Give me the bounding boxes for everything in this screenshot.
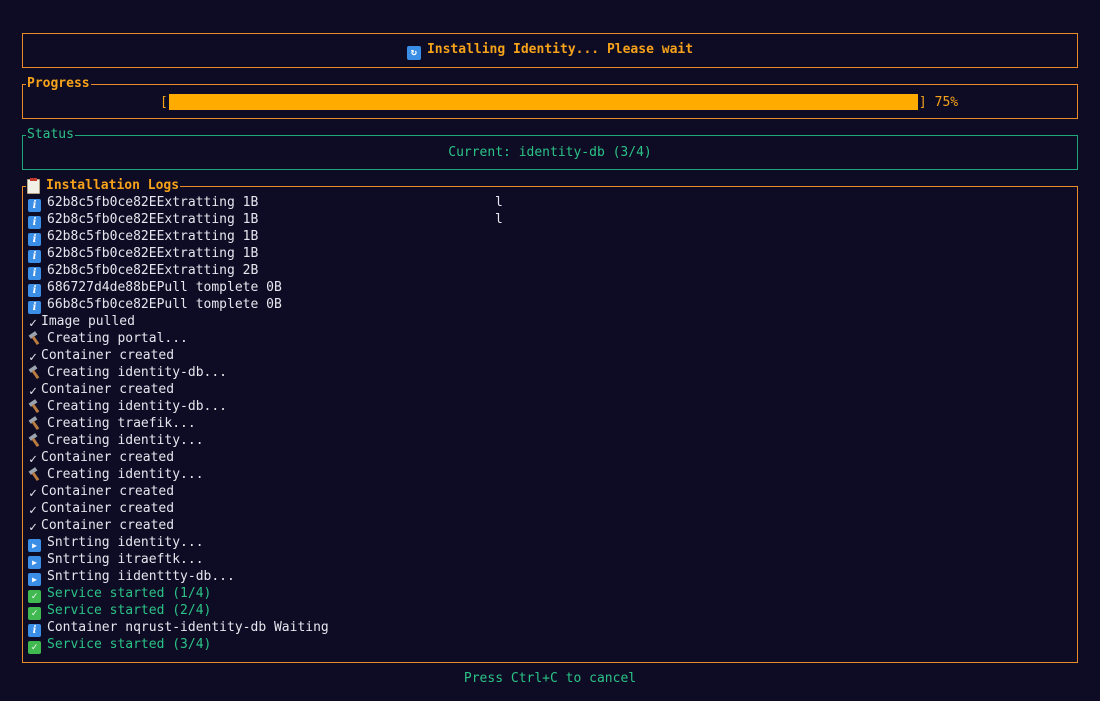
log-line: i Container nqrust-identity-db Waiting <box>28 619 1072 637</box>
log-line: ▶ Sntrting itraeftk... <box>28 551 1072 569</box>
logs-panel[interactable]: Installation Logs i 62b8c5fb0ce82EExtratt… <box>22 177 1078 663</box>
status-panel: Status Current: identity-db (3/4) <box>22 127 1078 170</box>
log-line: ▶ Sntrting iidenttty-db... <box>28 568 1072 586</box>
log-line-text: 62b8c5fb0ce82EExtratting 1B <box>47 195 259 210</box>
log-line-text: Sntrting itraeftk... <box>47 552 204 567</box>
hammer-icon <box>28 467 42 480</box>
progress-bar <box>168 94 918 110</box>
log-line-artifact: l <box>495 195 503 210</box>
log-line-text: Container created <box>41 501 175 516</box>
log-line-text: Creating portal... <box>47 331 188 346</box>
log-line: i 686727d4de88bEPull tomplete 0B <box>28 279 1072 297</box>
log-line-text: Sntrting identity... <box>47 535 204 550</box>
title-row: ↻ Installing Identity... Please wait <box>23 42 1077 60</box>
log-line-text: Container created <box>41 348 175 363</box>
log-line-text: 686727d4de88bEPull tomplete 0B <box>47 280 282 295</box>
status-text: Current: identity-db (3/4) <box>448 145 652 160</box>
log-line: ✓ Service started (3/4) <box>28 636 1072 654</box>
log-line-text: Service started (2/4) <box>47 603 212 618</box>
log-line-text: Container created <box>41 484 175 499</box>
log-line: ✓ Container created <box>28 449 1072 466</box>
log-list: i 62b8c5fb0ce82EExtratting 1B l i 62b8c5fb0c… <box>28 194 1072 654</box>
hammer-icon <box>28 399 42 412</box>
log-line: ▶ Sntrting identity... <box>28 534 1072 552</box>
log-line: Creating identity... <box>28 466 1072 483</box>
log-line-text: Creating identity... <box>47 433 204 448</box>
title-panel: ↻ Installing Identity... Please wait <box>22 33 1078 68</box>
hammer-icon <box>28 433 42 446</box>
log-line-text: Service started (3/4) <box>47 637 212 652</box>
log-line: ✓ Service started (2/4) <box>28 602 1072 620</box>
log-line-text: Creating traefik... <box>47 416 196 431</box>
log-line: i 62b8c5fb0ce82EExtratting 1B l <box>28 211 1072 229</box>
checkmark-icon: ✓ <box>29 503 37 518</box>
install-title: Installing Identity... Please wait <box>426 42 694 57</box>
hammer-icon <box>28 416 42 429</box>
log-line: Creating identity... <box>28 432 1072 449</box>
log-line: Creating traefik... <box>28 415 1072 432</box>
log-line-text: Creating identity... <box>47 467 204 482</box>
checkmark-icon: ✓ <box>29 486 37 501</box>
check-box-icon: ✓ <box>28 641 41 654</box>
log-line: i 62b8c5fb0ce82EExtratting 2B <box>28 262 1072 280</box>
log-line: Creating identity-db... <box>28 364 1072 381</box>
log-line: ✓ Container created <box>28 500 1072 517</box>
log-line: i 62b8c5fb0ce82EExtratting 1B <box>28 245 1072 263</box>
progress-bar-fill <box>168 94 918 110</box>
log-line: ✓ Container created <box>28 483 1072 500</box>
checkmark-icon: ✓ <box>29 350 37 365</box>
log-line: ✓ Service started (1/4) <box>28 585 1072 603</box>
log-line-text: Container created <box>41 382 175 397</box>
log-line-text: Image pulled <box>41 314 135 329</box>
log-line-text: Container created <box>41 518 175 533</box>
progress-bracket-open: [ <box>160 94 168 110</box>
log-line: Creating identity-db... <box>28 398 1072 415</box>
log-line-text: Sntrting iidenttty-db... <box>47 569 235 584</box>
log-line: ✓ Container created <box>28 517 1072 534</box>
status-legend: Status <box>26 127 75 143</box>
log-line-text: 62b8c5fb0ce82EExtratting 2B <box>47 263 259 278</box>
log-line-text: Creating identity-db... <box>47 365 228 380</box>
log-line-artifact: l <box>495 212 503 227</box>
log-line-text: Service started (1/4) <box>47 586 212 601</box>
log-line-text: Creating identity-db... <box>47 399 228 414</box>
log-line: ✓ Container created <box>28 347 1072 364</box>
log-line: i 62b8c5fb0ce82EExtratting 1B l <box>28 194 1072 212</box>
log-line: i 62b8c5fb0ce82EExtratting 1B <box>28 228 1072 246</box>
progress-row: [ ] 75% <box>160 94 958 110</box>
checkmark-icon: ✓ <box>29 384 37 399</box>
hammer-icon <box>28 331 42 344</box>
log-line-text: 62b8c5fb0ce82EExtratting 1B <box>47 229 259 244</box>
log-line-text: 62b8c5fb0ce82EExtratting 1B <box>47 212 259 227</box>
log-line-text: 62b8c5fb0ce82EExtratting 1B <box>47 246 259 261</box>
log-line-text: Container nqrust-identity-db Waiting <box>47 620 329 635</box>
checkmark-icon: ✓ <box>29 316 37 331</box>
hammer-icon <box>28 365 42 378</box>
log-line: i 66b8c5fb0ce82EPull tomplete 0B <box>28 296 1072 314</box>
refresh-icon: ↻ <box>406 46 421 60</box>
logs-legend-label: Installation Logs <box>46 178 180 193</box>
log-line: ✓ Image pulled <box>28 313 1072 330</box>
cancel-hint: Press Ctrl+C to cancel <box>463 671 637 686</box>
log-line-text: 66b8c5fb0ce82EPull tomplete 0B <box>47 297 282 312</box>
clipboard-icon <box>27 177 40 194</box>
log-line: ✓ Container created <box>28 381 1072 398</box>
log-line: Creating portal... <box>28 330 1072 347</box>
log-line-text: Container created <box>41 450 175 465</box>
checkmark-icon: ✓ <box>29 520 37 535</box>
progress-bracket-close: ] <box>918 94 927 110</box>
progress-legend: Progress <box>26 76 91 92</box>
progress-panel: Progress [ ] 75% <box>22 76 1078 119</box>
progress-percent: 75% <box>934 94 959 110</box>
checkmark-icon: ✓ <box>29 452 37 467</box>
logs-legend: Installation Logs <box>26 177 181 194</box>
